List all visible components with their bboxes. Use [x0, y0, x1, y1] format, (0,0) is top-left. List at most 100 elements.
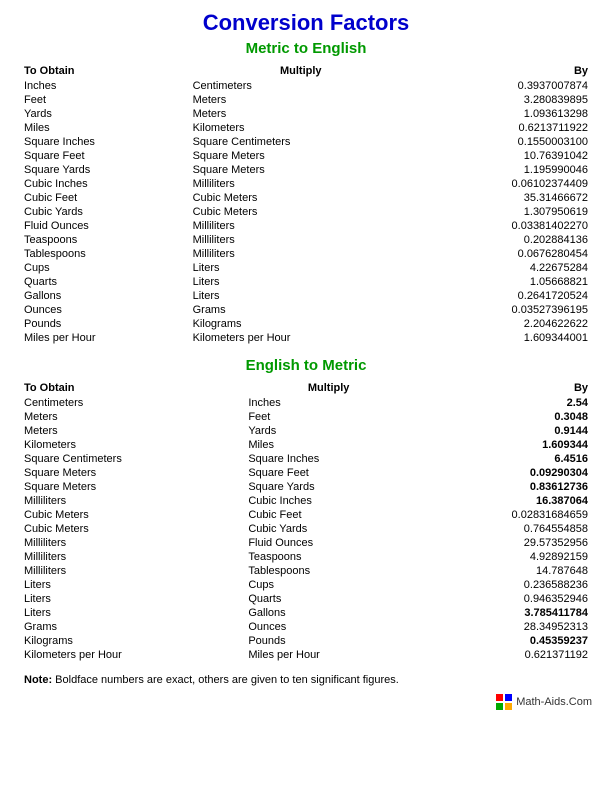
multiply-cell: Quarts	[244, 592, 413, 606]
table-row: Fluid OuncesMilliliters0.03381402270	[20, 219, 592, 233]
by-cell: 0.02831684659	[413, 508, 592, 522]
table-row: GramsOunces28.34952313	[20, 620, 592, 634]
multiply-cell: Meters	[189, 107, 413, 121]
multiply-cell: Fluid Ounces	[244, 536, 413, 550]
multiply-cell: Milliliters	[189, 233, 413, 247]
multiply-cell: Square Yards	[244, 480, 413, 494]
to-obtain-cell: Meters	[20, 424, 244, 438]
multiply-cell: Liters	[189, 261, 413, 275]
by-cell: 3.785411784	[413, 606, 592, 620]
to-obtain-cell: Ounces	[20, 303, 189, 317]
to-obtain-cell: Cubic Yards	[20, 205, 189, 219]
multiply-cell: Yards	[244, 424, 413, 438]
footer-logo: Math-Aids.Com	[496, 694, 592, 710]
to-obtain-cell: Grams	[20, 620, 244, 634]
table-row: Cubic MetersCubic Feet0.02831684659	[20, 508, 592, 522]
to-obtain-cell: Kilometers per Hour	[20, 648, 244, 662]
to-obtain-cell: Teaspoons	[20, 233, 189, 247]
table-row: Square MetersSquare Feet0.09290304	[20, 466, 592, 480]
multiply-cell: Cubic Feet	[244, 508, 413, 522]
footer-text: Math-Aids.Com	[516, 696, 592, 708]
by-cell: 0.1550003100	[413, 135, 592, 149]
english-to-metric-table: To Obtain Multiply By CentimetersInches2…	[20, 380, 592, 662]
by-cell: 2.204622622	[413, 317, 592, 331]
by-cell: 0.03527396195	[413, 303, 592, 317]
to-obtain-cell: Square Feet	[20, 149, 189, 163]
to-obtain-cell: Cubic Meters	[20, 508, 244, 522]
table-row: MetersYards0.9144	[20, 424, 592, 438]
col2-header2: Multiply	[244, 380, 413, 396]
to-obtain-cell: Square Meters	[20, 480, 244, 494]
by-cell: 1.609344	[413, 438, 592, 452]
by-cell: 0.0676280454	[413, 247, 592, 261]
multiply-cell: Liters	[189, 289, 413, 303]
to-obtain-cell: Quarts	[20, 275, 189, 289]
by-cell: 1.307950619	[413, 205, 592, 219]
table-row: LitersGallons3.785411784	[20, 606, 592, 620]
to-obtain-cell: Yards	[20, 107, 189, 121]
multiply-cell: Cubic Yards	[244, 522, 413, 536]
multiply-cell: Square Inches	[244, 452, 413, 466]
by-cell: 0.45359237	[413, 634, 592, 648]
by-cell: 0.621371192	[413, 648, 592, 662]
col3-header: By	[413, 63, 592, 79]
mathAids-icon	[496, 694, 512, 710]
table-row: Cubic MetersCubic Yards0.764554858	[20, 522, 592, 536]
table-row: MillilitersTeaspoons4.92892159	[20, 550, 592, 564]
multiply-cell: Milliliters	[189, 177, 413, 191]
multiply-cell: Cubic Meters	[189, 205, 413, 219]
to-obtain-cell: Fluid Ounces	[20, 219, 189, 233]
multiply-cell: Kilograms	[189, 317, 413, 331]
table-row: Square CentimetersSquare Inches6.4516	[20, 452, 592, 466]
table-row: Cubic InchesMilliliters0.06102374409	[20, 177, 592, 191]
table-row: KilometersMiles1.609344	[20, 438, 592, 452]
by-cell: 4.22675284	[413, 261, 592, 275]
table-row: MilesKilometers0.6213711922	[20, 121, 592, 135]
to-obtain-cell: Square Centimeters	[20, 452, 244, 466]
to-obtain-cell: Liters	[20, 578, 244, 592]
by-cell: 14.787648	[413, 564, 592, 578]
table-row: TablespoonsMilliliters0.0676280454	[20, 247, 592, 261]
col3-header2: By	[413, 380, 592, 396]
by-cell: 1.195990046	[413, 163, 592, 177]
multiply-cell: Pounds	[244, 634, 413, 648]
table-row: KilogramsPounds0.45359237	[20, 634, 592, 648]
by-cell: 0.83612736	[413, 480, 592, 494]
table-row: Cubic FeetCubic Meters35.31466672	[20, 191, 592, 205]
by-cell: 1.609344001	[413, 331, 592, 345]
to-obtain-cell: Milliliters	[20, 536, 244, 550]
multiply-cell: Grams	[189, 303, 413, 317]
table-row: OuncesGrams0.03527396195	[20, 303, 592, 317]
col1-header2: To Obtain	[20, 380, 244, 396]
multiply-cell: Tablespoons	[244, 564, 413, 578]
to-obtain-cell: Inches	[20, 79, 189, 93]
by-cell: 1.093613298	[413, 107, 592, 121]
by-cell: 0.3048	[413, 410, 592, 424]
multiply-cell: Square Meters	[189, 163, 413, 177]
multiply-cell: Kilometers per Hour	[189, 331, 413, 345]
to-obtain-cell: Liters	[20, 606, 244, 620]
to-obtain-cell: Miles	[20, 121, 189, 135]
table-row: CupsLiters4.22675284	[20, 261, 592, 275]
to-obtain-cell: Cubic Meters	[20, 522, 244, 536]
to-obtain-cell: Gallons	[20, 289, 189, 303]
multiply-cell: Centimeters	[189, 79, 413, 93]
table-row: Kilometers per HourMiles per Hour0.62137…	[20, 648, 592, 662]
multiply-cell: Gallons	[244, 606, 413, 620]
note-text: Boldface numbers are exact, others are g…	[55, 674, 399, 686]
note-label: Note:	[24, 674, 52, 686]
by-cell: 4.92892159	[413, 550, 592, 564]
table-row: Square MetersSquare Yards0.83612736	[20, 480, 592, 494]
table-row: FeetMeters3.280839895	[20, 93, 592, 107]
by-cell: 0.946352946	[413, 592, 592, 606]
multiply-cell: Kilometers	[189, 121, 413, 135]
page-title: Conversion Factors	[20, 10, 592, 36]
multiply-cell: Teaspoons	[244, 550, 413, 564]
metric-to-english-section: Metric to English To Obtain Multiply By …	[20, 40, 592, 345]
table-row: Cubic YardsCubic Meters1.307950619	[20, 205, 592, 219]
multiply-cell: Miles per Hour	[244, 648, 413, 662]
multiply-cell: Milliliters	[189, 219, 413, 233]
to-obtain-cell: Kilograms	[20, 634, 244, 648]
table-row: MillilitersCubic Inches16.387064	[20, 494, 592, 508]
table-row: YardsMeters1.093613298	[20, 107, 592, 121]
